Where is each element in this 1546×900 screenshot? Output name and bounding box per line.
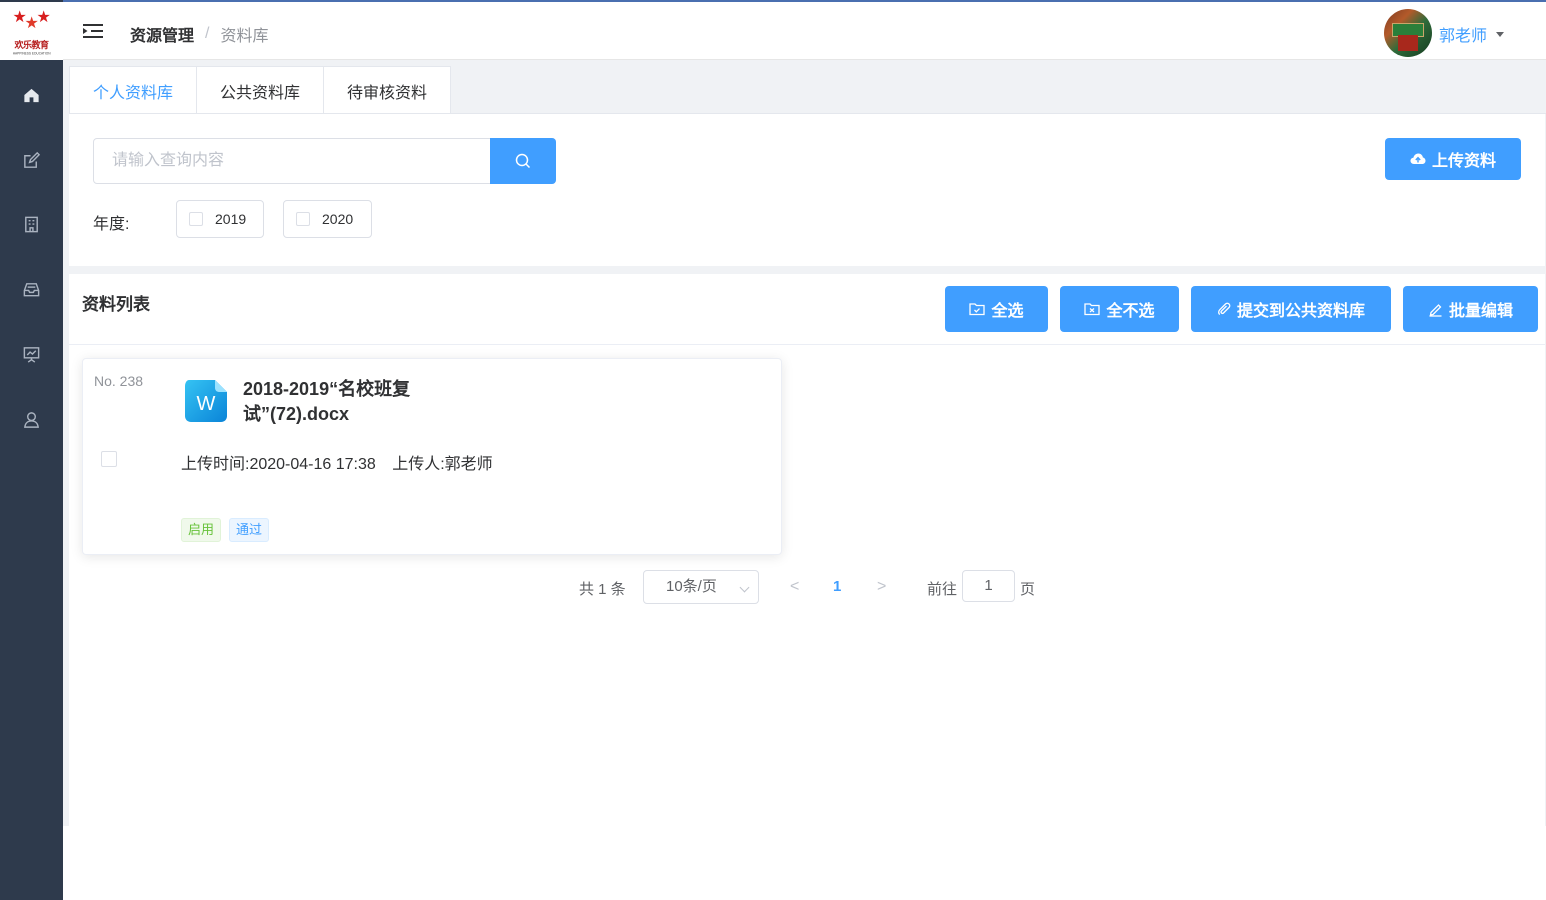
page-size-value: 10条/页 xyxy=(666,578,717,595)
document-meta: 上传时间:2020-04-16 17:38 上传人:郭老师 xyxy=(181,450,493,474)
prev-page-button[interactable]: < xyxy=(790,578,799,596)
deselect-all-label: 全不选 xyxy=(1106,303,1155,320)
year-checkbox-label: 2019 xyxy=(215,211,247,227)
word-doc-icon: W xyxy=(185,380,227,422)
edit-icon xyxy=(24,151,41,168)
status-badge-enabled: 启用 xyxy=(181,518,222,542)
paperclip-icon xyxy=(1218,302,1231,316)
sidebar-item-inbox[interactable] xyxy=(0,269,63,309)
page-number-1[interactable]: 1 xyxy=(833,578,841,595)
building-icon xyxy=(25,216,38,232)
checkbox-icon xyxy=(296,212,310,226)
year-checkbox-2020[interactable]: 2020 xyxy=(283,200,372,238)
select-all-label: 全选 xyxy=(991,303,1024,320)
chevron-down-icon xyxy=(739,582,750,593)
search-icon xyxy=(515,153,531,169)
list-divider xyxy=(69,344,1545,345)
breadcrumb-item-resource-management[interactable]: 资源管理 xyxy=(130,22,194,46)
caret-down-icon xyxy=(1496,31,1505,37)
breadcrumb-item-library: 资料库 xyxy=(220,28,269,45)
tab-public-library[interactable]: 公共资料库 xyxy=(197,67,325,115)
sidebar-item-home[interactable] xyxy=(0,75,63,115)
top-header: 资源管理 / 资料库 郭老师 xyxy=(63,2,1546,60)
sidebar: ★ ★ ★ 欢乐教育 HAPPINESS EDUCATION xyxy=(0,0,63,900)
user-name: 郭老师 xyxy=(1439,28,1488,45)
sidebar-item-presentation[interactable] xyxy=(0,334,63,374)
year-checkbox-label: 2020 xyxy=(322,211,354,227)
sidebar-item-building[interactable] xyxy=(0,204,63,244)
document-title[interactable]: 2018-2019“名校班复试”(72).docx xyxy=(243,377,483,427)
upload-button-label: 上传资料 xyxy=(1431,153,1496,170)
upload-button[interactable]: 上传资料 xyxy=(1385,138,1521,180)
svg-text:W: W xyxy=(197,393,216,415)
sidebar-item-user[interactable] xyxy=(0,399,63,439)
status-badge-approved: 通过 xyxy=(229,518,270,542)
inbox-icon xyxy=(23,282,40,296)
sidebar-item-edit[interactable] xyxy=(0,140,63,180)
document-checkbox[interactable] xyxy=(101,451,117,467)
edit-pen-icon xyxy=(1429,303,1442,317)
submit-to-public-label: 提交到公共资料库 xyxy=(1236,303,1365,320)
list-card: 资料列表 全选 全不选 提交到公共资料库 批量编辑 No. 238 W 2018… xyxy=(69,274,1545,826)
breadcrumb: 资源管理 / 资料库 xyxy=(130,22,268,46)
upload-time: 上传时间:2020-04-16 17:38 xyxy=(181,456,376,473)
deselect-all-button[interactable]: 全不选 xyxy=(1060,286,1179,332)
avatar[interactable] xyxy=(1384,9,1432,57)
document-card[interactable]: No. 238 W 2018-2019“名校班复试”(72).docx 上传时间… xyxy=(82,358,782,555)
menu-fold-icon[interactable] xyxy=(82,21,104,41)
folder-checked-icon xyxy=(969,303,986,316)
search-card: 上传资料 年度: 2019 2020 xyxy=(69,114,1545,266)
batch-edit-button[interactable]: 批量编辑 xyxy=(1403,286,1538,332)
year-filter-label: 年度: xyxy=(93,216,130,233)
logo-subtext: HAPPINESS EDUCATION xyxy=(12,51,51,55)
tab-pending-review[interactable]: 待审核资料 xyxy=(324,67,450,115)
search-button[interactable] xyxy=(490,138,556,184)
select-all-button[interactable]: 全选 xyxy=(945,286,1048,332)
user-icon xyxy=(24,411,39,428)
pagination: 共 1 条 10条/页 < 1 > 前往 1 页 xyxy=(69,570,1545,604)
logo-text: 欢乐教育 xyxy=(14,39,49,50)
goto-page-input[interactable]: 1 xyxy=(962,570,1015,602)
search-box xyxy=(93,138,556,184)
pagination-total: 共 1 条 xyxy=(579,581,626,598)
next-page-button[interactable]: > xyxy=(877,578,886,596)
search-input[interactable] xyxy=(94,139,490,183)
library-tabs: 个人资料库 公共资料库 待审核资料 xyxy=(69,66,452,115)
page-size-select[interactable]: 10条/页 xyxy=(643,570,759,604)
year-checkbox-2019[interactable]: 2019 xyxy=(176,200,264,238)
tab-personal-library[interactable]: 个人资料库 xyxy=(70,67,198,115)
goto-label: 前往 xyxy=(927,581,958,598)
checkbox-icon xyxy=(189,212,203,226)
page-unit-label: 页 xyxy=(1020,581,1036,598)
submit-to-public-button[interactable]: 提交到公共资料库 xyxy=(1191,286,1391,332)
folder-delete-icon xyxy=(1084,303,1101,316)
user-menu[interactable]: 郭老师 xyxy=(1439,22,1505,46)
footer-area xyxy=(63,826,1546,900)
document-number: No. 238 xyxy=(94,373,144,389)
home-icon xyxy=(24,88,39,102)
batch-edit-label: 批量编辑 xyxy=(1448,303,1513,320)
logo[interactable]: ★ ★ ★ 欢乐教育 HAPPINESS EDUCATION xyxy=(0,2,63,60)
cloud-upload-icon xyxy=(1410,153,1426,164)
list-title: 资料列表 xyxy=(82,295,150,314)
uploader: 上传人:郭老师 xyxy=(392,456,493,473)
presentation-icon xyxy=(23,346,40,363)
logo-mark-icon: ★ ★ ★ xyxy=(12,6,51,32)
breadcrumb-separator: / xyxy=(205,25,210,42)
